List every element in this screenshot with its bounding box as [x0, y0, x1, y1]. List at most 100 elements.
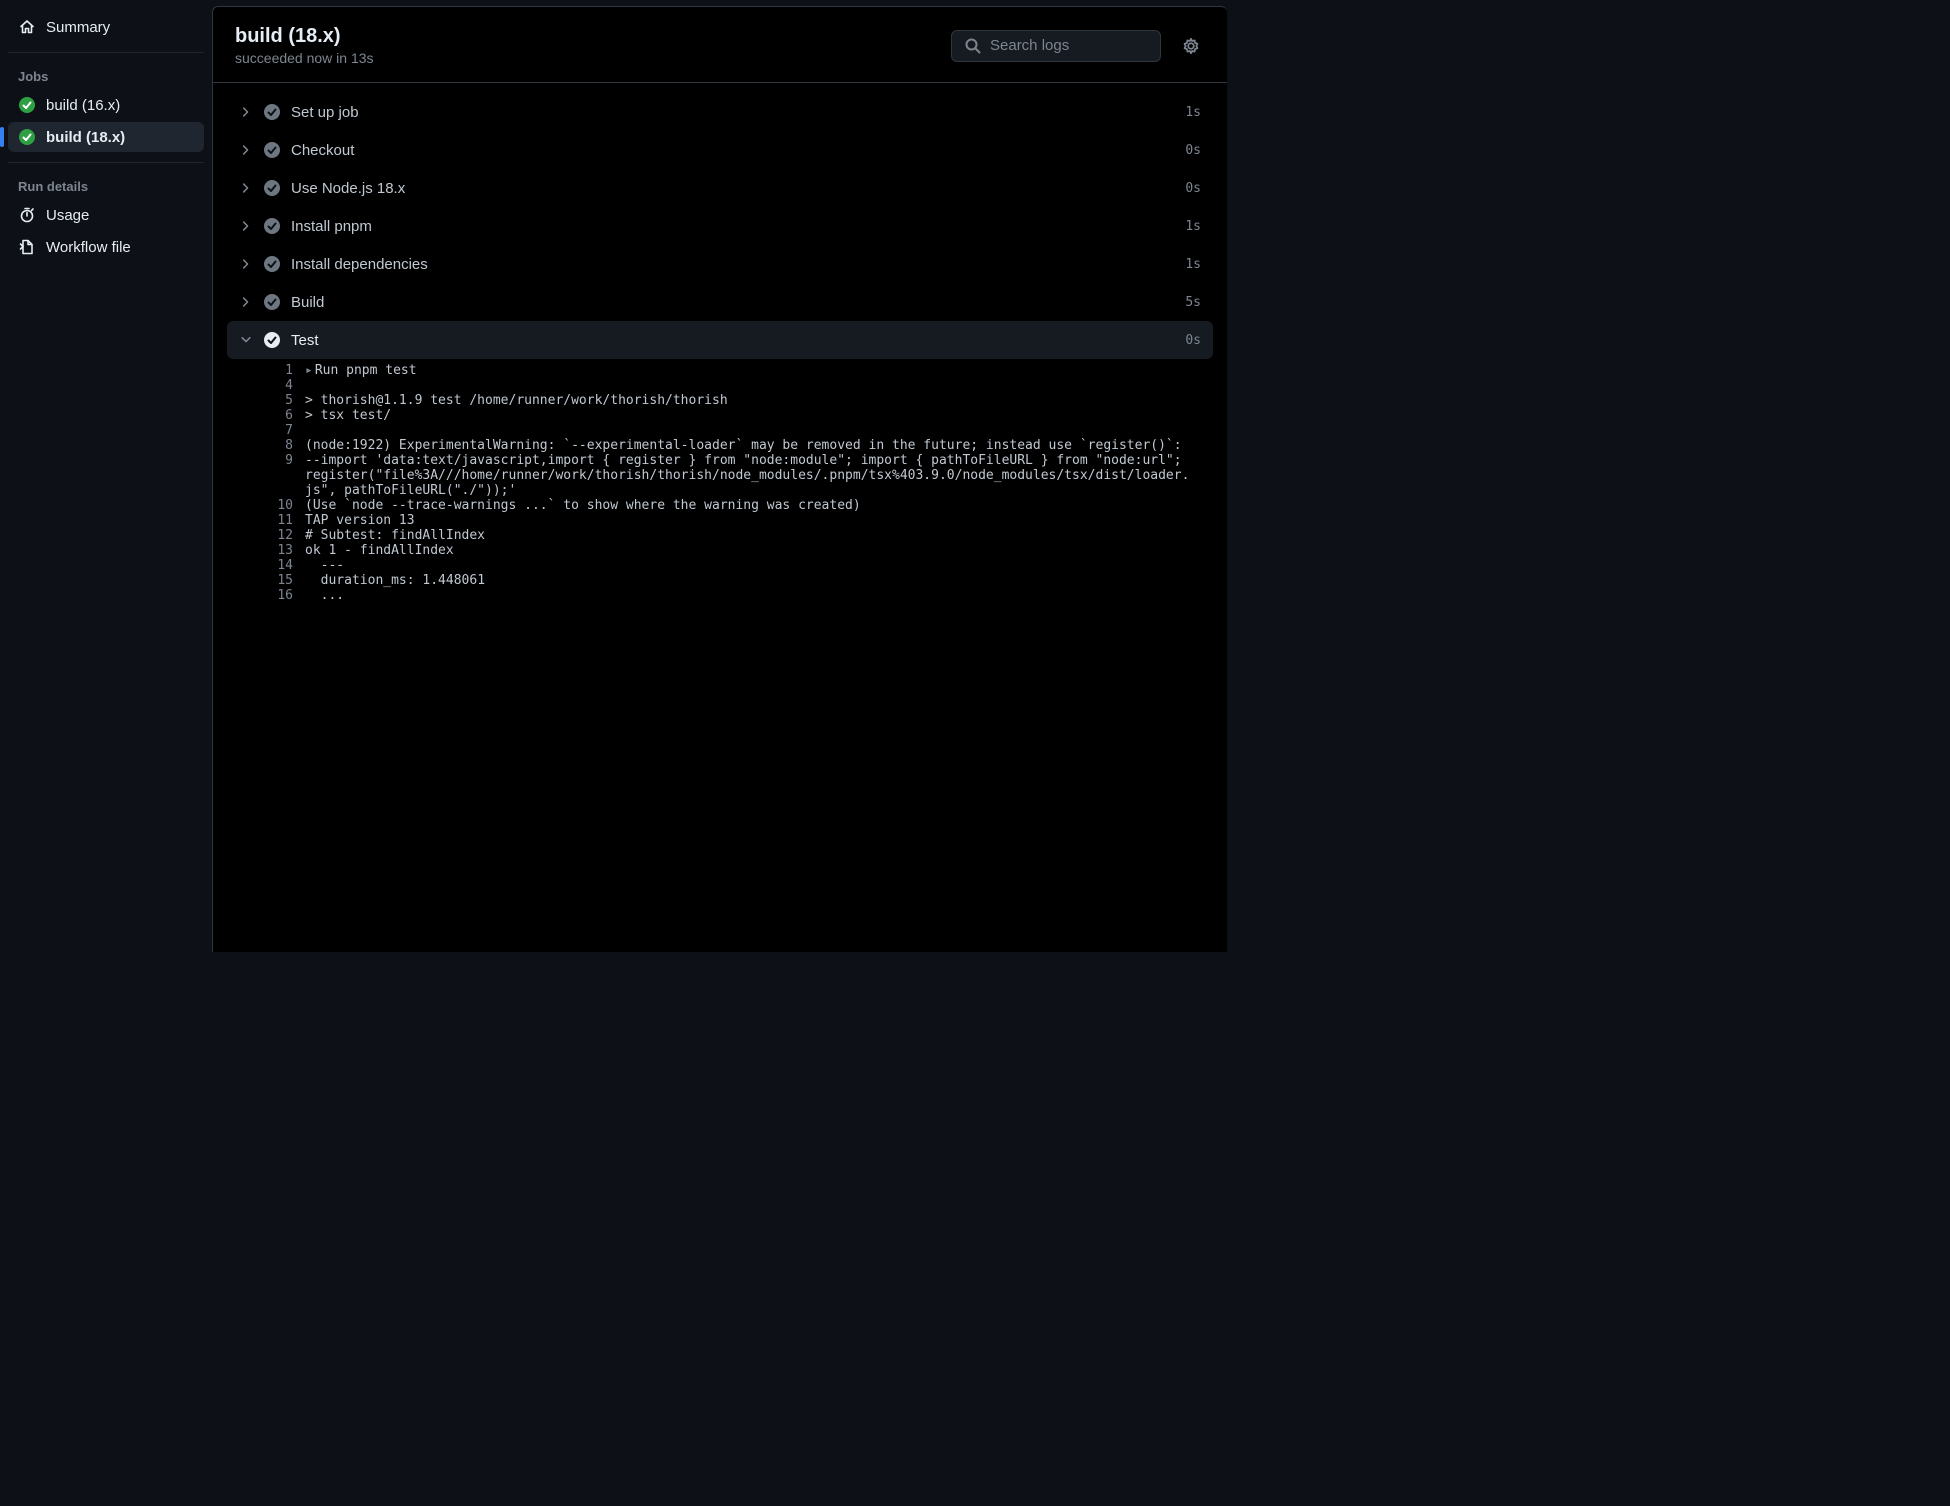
step-name: Install pnpm — [291, 218, 1175, 235]
sidebar-job-item[interactable]: build (16.x) — [8, 90, 204, 120]
step-row[interactable]: Test 0s — [227, 321, 1213, 359]
divider — [8, 162, 204, 163]
step-row[interactable]: Checkout 0s — [227, 131, 1213, 169]
chevron-right-icon — [239, 143, 253, 157]
step-name: Set up job — [291, 104, 1175, 121]
sidebar-summary[interactable]: Summary — [8, 12, 204, 42]
file-icon — [18, 238, 36, 256]
log-line: 8 (node:1922) ExperimentalWarning: `--ex… — [227, 438, 1213, 453]
step-name: Install dependencies — [291, 256, 1175, 273]
step-name: Use Node.js 18.x — [291, 180, 1175, 197]
log-line-number: 7 — [227, 423, 305, 438]
search-logs[interactable] — [951, 30, 1161, 62]
check-circle-icon — [263, 217, 281, 235]
main-panel: build (18.x) succeeded now in 13s Set up… — [212, 6, 1227, 952]
divider — [8, 52, 204, 53]
check-circle-icon — [18, 128, 36, 146]
sidebar-summary-label: Summary — [46, 19, 110, 36]
log-line-number: 14 — [227, 558, 305, 573]
log-line-number: 15 — [227, 573, 305, 588]
sidebar-detail-label: Usage — [46, 207, 89, 224]
log-line: 1 ▸Run pnpm test — [227, 363, 1213, 378]
steps-list: Set up job 1s Checkout 0s Use Node.js 18… — [213, 83, 1227, 633]
check-circle-icon — [263, 179, 281, 197]
log-output: 1 ▸Run pnpm test 4 5 > thorish@1.1.9 tes… — [227, 359, 1213, 623]
chevron-down-icon — [239, 333, 253, 347]
main-header: build (18.x) succeeded now in 13s — [213, 7, 1227, 83]
log-line-number: 8 — [227, 438, 305, 453]
sidebar-detail-item[interactable]: Usage — [8, 200, 204, 230]
log-line: 6 > tsx test/ — [227, 408, 1213, 423]
log-line-text: duration_ms: 1.448061 — [305, 573, 1213, 588]
log-line-text: ... — [305, 588, 1213, 603]
sidebar-job-label: build (18.x) — [46, 129, 125, 146]
log-line: 9 --import 'data:text/javascript,import … — [227, 453, 1213, 498]
check-circle-icon — [263, 255, 281, 273]
log-line: 13 ok 1 - findAllIndex — [227, 543, 1213, 558]
log-line: 16 ... — [227, 588, 1213, 603]
log-line-text: TAP version 13 — [305, 513, 1213, 528]
log-line-number: 4 — [227, 378, 305, 393]
log-line: 11 TAP version 13 — [227, 513, 1213, 528]
log-line-number: 1 — [227, 363, 305, 378]
check-circle-icon — [263, 331, 281, 349]
check-circle-icon — [263, 103, 281, 121]
home-icon — [18, 18, 36, 36]
chevron-right-icon — [239, 181, 253, 195]
log-line-text: # Subtest: findAllIndex — [305, 528, 1213, 543]
log-line: 14 --- — [227, 558, 1213, 573]
log-line-text: (Use `node --trace-warnings ...` to show… — [305, 498, 1213, 513]
step-duration: 1s — [1185, 219, 1201, 234]
step-duration: 0s — [1185, 333, 1201, 348]
step-row[interactable]: Use Node.js 18.x 0s — [227, 169, 1213, 207]
step-duration: 1s — [1185, 105, 1201, 120]
chevron-right-icon — [239, 105, 253, 119]
stopwatch-icon — [18, 206, 36, 224]
sidebar: Summary Jobs build (16.x) build (18.x) R… — [0, 0, 212, 952]
log-line-text: ok 1 - findAllIndex — [305, 543, 1213, 558]
step-duration: 1s — [1185, 257, 1201, 272]
gear-icon — [1181, 36, 1201, 56]
step-row[interactable]: Set up job 1s — [227, 93, 1213, 131]
chevron-right-icon — [239, 295, 253, 309]
step-duration: 5s — [1185, 295, 1201, 310]
step-name: Checkout — [291, 142, 1175, 159]
log-line: 15 duration_ms: 1.448061 — [227, 573, 1213, 588]
log-line-number: 5 — [227, 393, 305, 408]
fold-marker-icon[interactable]: ▸ — [305, 363, 313, 378]
log-line-text: --import 'data:text/javascript,import { … — [305, 453, 1213, 498]
step-name: Test — [291, 332, 1175, 349]
log-line: 10 (Use `node --trace-warnings ...` to s… — [227, 498, 1213, 513]
log-line-text: > tsx test/ — [305, 408, 1213, 423]
log-line-number: 9 — [227, 453, 305, 468]
log-line: 12 # Subtest: findAllIndex — [227, 528, 1213, 543]
sidebar-detail-item[interactable]: Workflow file — [8, 232, 204, 262]
job-title: build (18.x) — [235, 25, 935, 48]
search-icon — [964, 37, 982, 55]
log-line-number: 11 — [227, 513, 305, 528]
log-line: 4 — [227, 378, 1213, 393]
sidebar-job-label: build (16.x) — [46, 97, 120, 114]
log-line-number: 16 — [227, 588, 305, 603]
step-row[interactable]: Install dependencies 1s — [227, 245, 1213, 283]
step-row[interactable]: Install pnpm 1s — [227, 207, 1213, 245]
chevron-right-icon — [239, 257, 253, 271]
sidebar-run-details-heading: Run details — [8, 173, 204, 200]
log-line-text: ▸Run pnpm test — [305, 363, 1213, 378]
check-circle-icon — [263, 293, 281, 311]
log-line: 7 — [227, 423, 1213, 438]
sidebar-job-item[interactable]: build (18.x) — [8, 122, 204, 152]
log-line-text: > thorish@1.1.9 test /home/runner/work/t… — [305, 393, 1213, 408]
step-name: Build — [291, 294, 1175, 311]
log-line-text: --- — [305, 558, 1213, 573]
log-line: 5 > thorish@1.1.9 test /home/runner/work… — [227, 393, 1213, 408]
log-line-number: 10 — [227, 498, 305, 513]
search-input[interactable] — [990, 37, 1148, 54]
step-duration: 0s — [1185, 181, 1201, 196]
settings-button[interactable] — [1177, 32, 1205, 60]
step-row[interactable]: Build 5s — [227, 283, 1213, 321]
log-line-number: 6 — [227, 408, 305, 423]
log-line-text: (node:1922) ExperimentalWarning: `--expe… — [305, 438, 1213, 453]
check-circle-icon — [263, 141, 281, 159]
sidebar-jobs-heading: Jobs — [8, 63, 204, 90]
